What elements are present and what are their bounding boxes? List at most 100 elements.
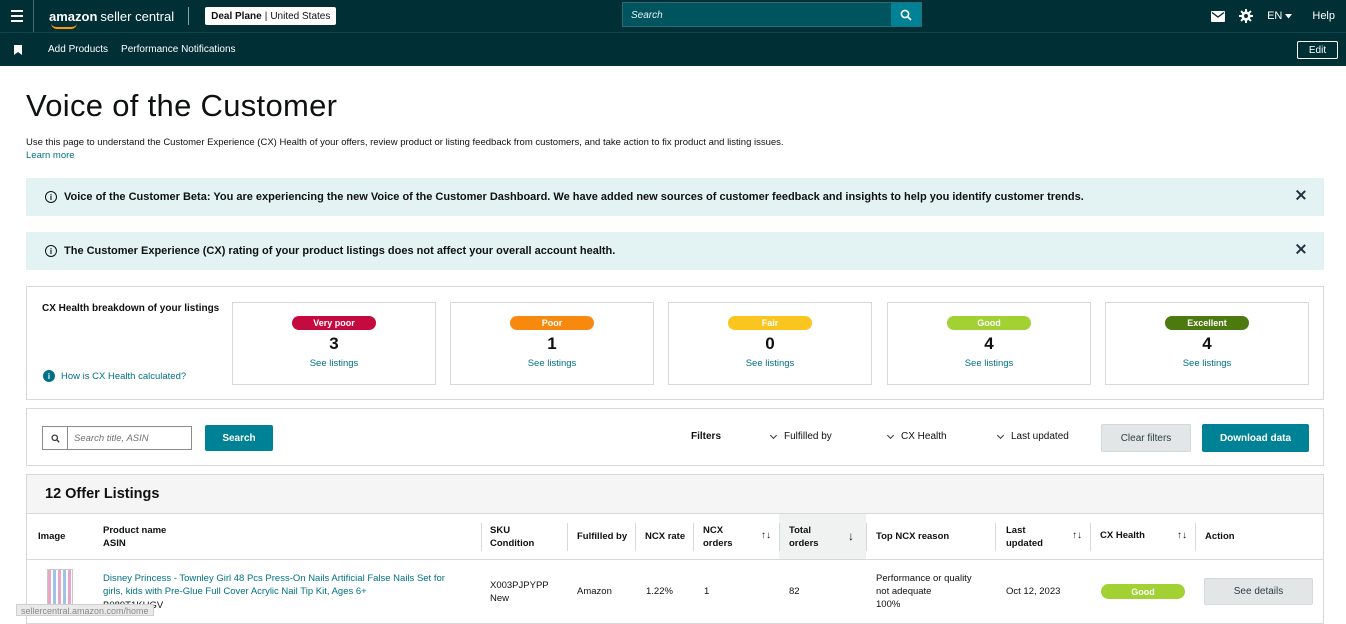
- header-last-updated-line2: updated: [1006, 538, 1043, 549]
- language-selector[interactable]: EN: [1267, 10, 1293, 22]
- gear-icon[interactable]: [1239, 9, 1254, 23]
- see-listings-link[interactable]: See listings: [451, 358, 653, 369]
- download-data-button[interactable]: Download data: [1202, 424, 1309, 452]
- clear-filters-button[interactable]: Clear filters: [1101, 424, 1191, 452]
- header-ncx-rate[interactable]: NCX rate: [645, 530, 685, 543]
- listing-search-placeholder: Search title, ASIN: [74, 433, 149, 444]
- header-ncx-orders[interactable]: NCX orders: [703, 524, 733, 550]
- cx-card-good: Good 4 See listings: [887, 302, 1091, 385]
- header-sku[interactable]: SKU Condition: [490, 524, 534, 550]
- reason-percent: 100%: [876, 599, 901, 610]
- search-button[interactable]: [891, 3, 921, 26]
- column-divider: [1090, 523, 1091, 551]
- reason-line2: not adequate: [876, 586, 932, 597]
- header-product-name[interactable]: Product name ASIN: [103, 524, 166, 550]
- cx-health-breakdown: CX Health breakdown of your listings i H…: [26, 286, 1324, 400]
- cx-health-dropdown[interactable]: CX Health: [886, 431, 947, 442]
- seller-central-logo[interactable]: amazon seller central: [49, 8, 175, 29]
- close-icon[interactable]: [1294, 242, 1308, 256]
- see-listings-link[interactable]: See listings: [888, 358, 1090, 369]
- rating-pill: Very poor: [292, 316, 376, 330]
- sort-icon[interactable]: ↑↓: [1072, 530, 1082, 541]
- search-icon: [900, 9, 912, 21]
- mail-icon[interactable]: [1211, 10, 1226, 22]
- store-switcher[interactable]: Deal Plane | United States: [205, 7, 337, 25]
- sort-icon[interactable]: ↑↓: [761, 530, 771, 541]
- header-asin-label: ASIN: [103, 538, 126, 549]
- cx-health-calculation-link[interactable]: i How is CX Health calculated?: [43, 370, 186, 382]
- condition-value: New: [490, 593, 510, 604]
- cx-rating-alert: i The Customer Experience (CX) rating of…: [26, 232, 1324, 270]
- last-updated-dropdown[interactable]: Last updated: [996, 431, 1069, 442]
- total-orders-value: 82: [789, 586, 800, 597]
- divider: [188, 7, 190, 25]
- header-last-updated[interactable]: Last updated: [1006, 524, 1043, 550]
- filters-label: Filters: [691, 431, 722, 442]
- rating-pill: Fair: [728, 316, 812, 330]
- dropdown-label: Fulfilled by: [784, 431, 832, 442]
- cx-breakdown-label: CX Health breakdown of your listings: [42, 303, 220, 314]
- see-details-button[interactable]: See details: [1204, 578, 1313, 605]
- close-icon[interactable]: [1294, 188, 1308, 202]
- help-link[interactable]: Help: [1312, 10, 1335, 22]
- chevron-down-icon: [886, 431, 895, 439]
- dropdown-label: Last updated: [1011, 431, 1069, 442]
- bookmark-icon[interactable]: [14, 44, 22, 55]
- see-listings-link[interactable]: See listings: [233, 358, 435, 369]
- listing-search-input[interactable]: Search title, ASIN: [42, 426, 192, 450]
- nav-performance-notifications[interactable]: Performance Notifications: [121, 44, 236, 55]
- column-divider: [1195, 523, 1196, 551]
- header-total-orders[interactable]: Total orders: [789, 524, 819, 550]
- top-bar: amazon seller central Deal Plane | Unite…: [0, 0, 1346, 32]
- learn-more-link[interactable]: Learn more: [26, 150, 75, 161]
- hamburger-menu-icon[interactable]: [0, 0, 34, 32]
- sku-cell: X003PJPYPP New: [490, 579, 549, 605]
- header-image: Image: [38, 531, 66, 542]
- top-ncx-reason-cell: Performance or quality not adequate 100%: [876, 572, 972, 611]
- edit-shortcuts-button[interactable]: Edit: [1297, 41, 1338, 59]
- fulfilled-by-value: Amazon: [577, 586, 612, 597]
- column-divider: [779, 523, 780, 551]
- header-cx-health[interactable]: CX Health: [1100, 529, 1145, 542]
- sort-descending-icon[interactable]: ↓: [848, 529, 854, 543]
- see-listings-link[interactable]: See listings: [669, 358, 871, 369]
- cx-how-label: How is CX Health calculated?: [61, 370, 187, 382]
- table-title-bar: 12 Offer Listings: [27, 475, 1323, 514]
- nav-add-products[interactable]: Add Products: [48, 44, 108, 55]
- fulfilled-by-dropdown[interactable]: Fulfilled by: [769, 431, 832, 442]
- global-search[interactable]: Search: [622, 2, 922, 27]
- header-total-orders-line1: Total: [789, 525, 811, 536]
- rating-count: 0: [765, 334, 775, 353]
- global-search-input[interactable]: Search: [623, 3, 891, 26]
- product-name-link[interactable]: Disney Princess - Townley Girl 48 Pcs Pr…: [103, 572, 445, 598]
- page-title: Voice of the Customer: [26, 88, 338, 123]
- rating-pill: Excellent: [1165, 316, 1249, 330]
- alert-text: Voice of the Customer Beta: You are expe…: [64, 191, 1084, 203]
- info-icon: i: [45, 191, 57, 203]
- cx-health-badge: Good: [1101, 584, 1185, 599]
- sku-value: X003PJPYPP: [490, 580, 549, 591]
- header-divider: [27, 559, 1323, 560]
- cx-card-poor: Poor 1 See listings: [450, 302, 654, 385]
- product-thumbnail[interactable]: [47, 569, 73, 609]
- table-title: 12 Offer Listings: [45, 486, 160, 502]
- see-listings-link[interactable]: See listings: [1106, 358, 1308, 369]
- rating-count: 4: [1202, 334, 1212, 353]
- sort-icon[interactable]: ↑↓: [1177, 530, 1187, 541]
- header-sku-label: SKU: [490, 525, 511, 536]
- cx-card-fair: Fair 0 See listings: [668, 302, 872, 385]
- column-divider: [635, 523, 636, 551]
- header-top-ncx-reason: Top NCX reason: [876, 531, 950, 542]
- column-divider: [866, 523, 867, 551]
- product-name-line1: Disney Princess - Townley Girl 48 Pcs Pr…: [103, 573, 445, 584]
- search-icon: [43, 427, 68, 449]
- header-last-updated-line1: Last: [1006, 525, 1026, 536]
- logo-light: seller central: [100, 8, 175, 24]
- header-fulfilled-by[interactable]: Fulfilled by: [577, 530, 627, 543]
- listing-search-button[interactable]: Search: [205, 425, 273, 451]
- store-separator: |: [264, 10, 268, 22]
- column-divider: [567, 523, 568, 551]
- column-divider: [995, 523, 996, 551]
- header-ncx-orders-line1: NCX: [703, 525, 724, 536]
- store-name: Deal Plane: [211, 10, 262, 22]
